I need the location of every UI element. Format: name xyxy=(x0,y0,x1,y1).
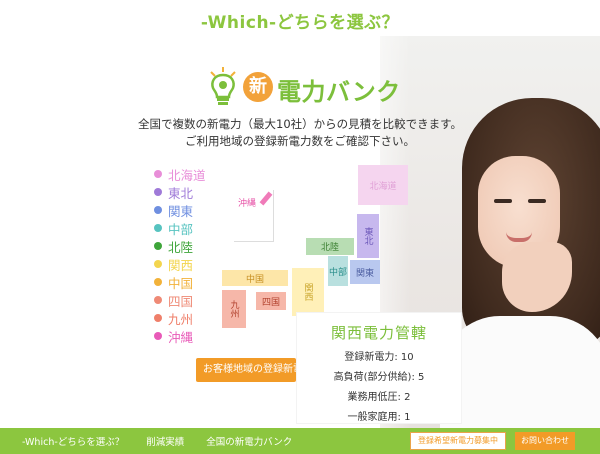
lightbulb-icon xyxy=(210,67,236,105)
legend-label: 中国 xyxy=(168,275,194,291)
intro-text: 全国で複数の新電力（最大10社）からの見積を比較できます。 ご利用地域の登録新電… xyxy=(110,116,490,150)
map-region-kyushu[interactable]: 九州 xyxy=(222,290,246,328)
footer-link-nationwide[interactable]: 全国の新電力バンク xyxy=(206,434,292,448)
region-legend: 北海道 東北 関東 中部 北陸 関西 中国 四国 九州 沖縄 xyxy=(154,165,206,345)
legend-item-kansai[interactable]: 関西 xyxy=(154,255,206,273)
footer-bar: -Which-どちらを選ぶ？ 削減実績 全国の新電力バンク 登録希望新電力募集中… xyxy=(0,428,600,454)
map-region-chubu[interactable]: 中部 xyxy=(328,256,348,286)
region-check-button[interactable]: お客様地域の登録新電力 xyxy=(196,358,296,382)
legend-dot xyxy=(154,242,162,250)
legend-item-chubu[interactable]: 中部 xyxy=(154,219,206,237)
legend-label: 関東 xyxy=(168,203,194,219)
map-region-okinawa-label: 沖縄 xyxy=(238,199,257,209)
legend-dot xyxy=(154,296,162,304)
legend-item-chugoku[interactable]: 中国 xyxy=(154,273,206,291)
legend-label: 四国 xyxy=(168,293,194,309)
legend-label: 九州 xyxy=(168,311,194,327)
legend-label: 北陸 xyxy=(168,239,194,255)
brand-logo: 新 電力バンク xyxy=(205,62,405,110)
info-title: 関西電力管轄 xyxy=(330,324,427,342)
legend-dot xyxy=(154,188,162,196)
supplier-entry-button[interactable]: 登録希望新電力募集中 xyxy=(410,432,506,450)
footer-link-which[interactable]: -Which-どちらを選ぶ？ xyxy=(22,434,124,448)
legend-item-tohoku[interactable]: 東北 xyxy=(154,183,206,201)
info-row: 登録新電力: 10 xyxy=(344,352,414,363)
legend-dot xyxy=(154,224,162,232)
legend-dot xyxy=(154,260,162,268)
region-info-panel: 関西電力管轄 登録新電力: 10 高負荷(部分供給): 5 業務用低圧: 2 一… xyxy=(296,312,462,424)
legend-dot xyxy=(154,206,162,214)
legend-item-shikoku[interactable]: 四国 xyxy=(154,291,206,309)
map-region-tohoku[interactable]: 東北 xyxy=(357,214,379,258)
legend-label: 東北 xyxy=(168,185,194,201)
legend-item-okinawa[interactable]: 沖縄 xyxy=(154,327,206,345)
info-row: 業務用低圧: 2 xyxy=(347,392,411,403)
footer-nav: -Which-どちらを選ぶ？ 削減実績 全国の新電力バンク xyxy=(22,428,314,454)
intro-line-1: 全国で複数の新電力（最大10社）からの見積を比較できます。 xyxy=(138,117,462,131)
legend-dot xyxy=(154,332,162,340)
legend-dot xyxy=(154,170,162,178)
map-region-kanto[interactable]: 関東 xyxy=(350,260,380,284)
intro-line-2: ご利用地域の登録新電力数をご確認下さい。 xyxy=(185,134,415,148)
info-row: 一般家庭用: 1 xyxy=(347,412,411,423)
legend-dot xyxy=(154,314,162,322)
legend-item-hokkaido[interactable]: 北海道 xyxy=(154,165,206,183)
legend-item-hokuriku[interactable]: 北陸 xyxy=(154,237,206,255)
legend-dot xyxy=(154,278,162,286)
logo-new-badge: 新 xyxy=(243,72,273,102)
legend-label: 北海道 xyxy=(168,167,206,183)
legend-label: 沖縄 xyxy=(168,329,194,345)
footer-link-results[interactable]: 削減実績 xyxy=(146,434,184,448)
map-region-chugoku[interactable]: 中国 xyxy=(222,270,288,286)
legend-item-kyushu[interactable]: 九州 xyxy=(154,309,206,327)
info-row: 高負荷(部分供給): 5 xyxy=(333,372,425,383)
contact-button[interactable]: お問い合わせ xyxy=(515,432,575,450)
logo-text: 電力バンク xyxy=(277,78,401,106)
map-region-shikoku[interactable]: 四国 xyxy=(256,292,286,310)
map-region-kansai[interactable]: 関西 xyxy=(292,268,324,316)
legend-item-kanto[interactable]: 関東 xyxy=(154,201,206,219)
map-region-hokuriku[interactable]: 北陸 xyxy=(306,238,354,255)
map-region-hokkaido[interactable]: 北海道 xyxy=(358,165,408,205)
legend-label: 関西 xyxy=(168,257,194,273)
page-title: -Which-どちらを選ぶ？ xyxy=(200,13,400,33)
legend-label: 中部 xyxy=(168,221,194,237)
